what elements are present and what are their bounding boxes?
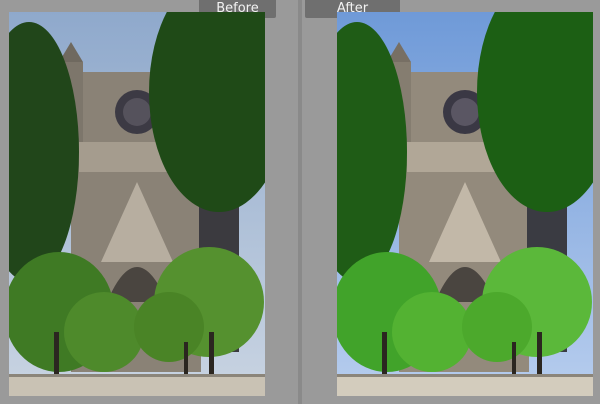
- after-photo[interactable]: [337, 12, 593, 396]
- before-photo-image: [9, 12, 265, 396]
- split-divider[interactable]: [298, 0, 302, 404]
- before-pane: Before: [0, 0, 295, 404]
- before-photo[interactable]: [9, 12, 265, 396]
- after-photo-image: [337, 12, 593, 396]
- after-pane: After: [305, 0, 600, 404]
